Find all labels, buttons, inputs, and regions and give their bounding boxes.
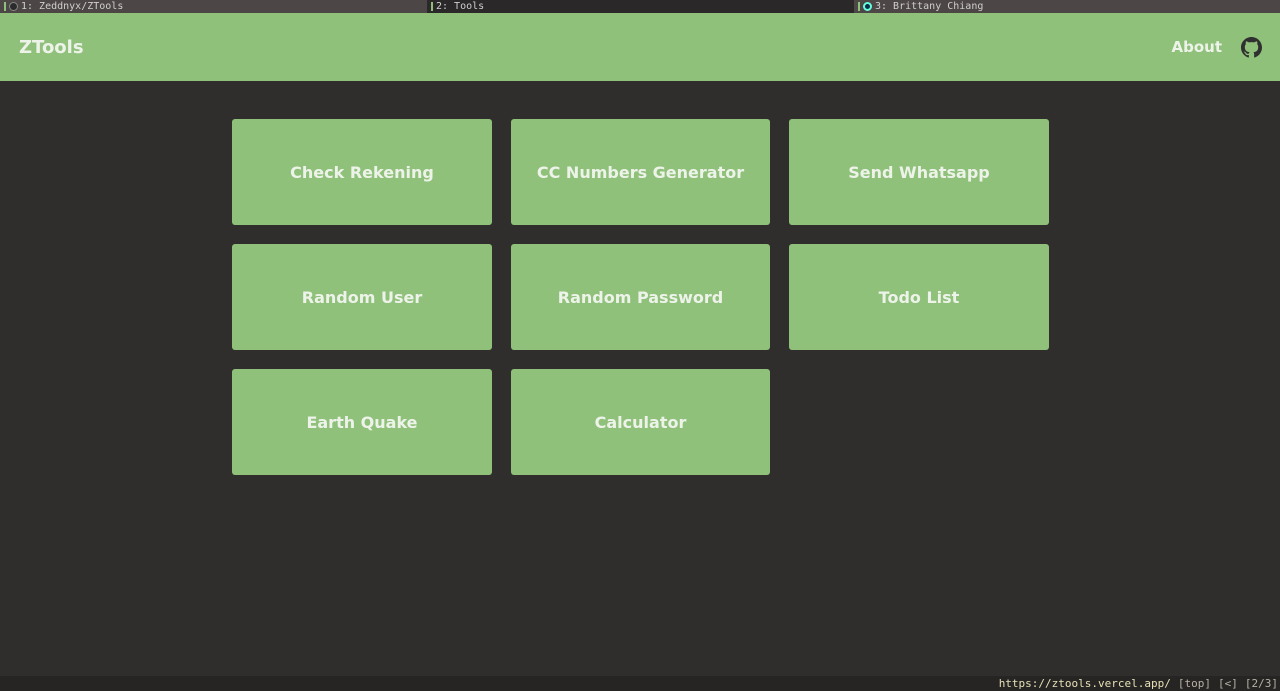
browser-tab-2[interactable]: 2: Tools <box>427 0 854 13</box>
site-favicon-icon <box>863 2 872 11</box>
browser-tab-1[interactable]: 1: Zeddnyx/ZTools <box>0 0 427 13</box>
tool-card-cc-numbers-generator[interactable]: CC Numbers Generator <box>511 119 770 225</box>
tool-card-send-whatsapp[interactable]: Send Whatsapp <box>789 119 1049 225</box>
tool-card-calculator[interactable]: Calculator <box>511 369 770 475</box>
brand-logo[interactable]: ZTools <box>19 37 84 58</box>
browser-tab-bar: 1: Zeddnyx/ZTools 2: Tools 3: Brittany C… <box>0 0 1280 13</box>
tool-card-earth-quake[interactable]: Earth Quake <box>232 369 492 475</box>
tab-indicator <box>431 2 433 11</box>
tab-label: 1: Zeddnyx/ZTools <box>21 1 124 12</box>
status-tab-index: [2/3] <box>1244 677 1278 690</box>
tab-indicator <box>858 2 860 11</box>
tab-label: 2: Tools <box>436 1 485 12</box>
about-link[interactable]: About <box>1171 38 1222 56</box>
github-favicon-icon <box>9 2 18 11</box>
github-icon[interactable] <box>1241 36 1262 58</box>
tool-card-random-password[interactable]: Random Password <box>511 244 770 350</box>
status-scroll: [top] <box>1177 677 1211 690</box>
tool-card-check-rekening[interactable]: Check Rekening <box>232 119 492 225</box>
tool-card-random-user[interactable]: Random User <box>232 244 492 350</box>
browser-status-bar: https://ztools.vercel.app/ [top] [<] [2/… <box>0 676 1280 691</box>
tab-indicator <box>4 2 6 11</box>
header-nav: About <box>1171 36 1262 58</box>
status-url: https://ztools.vercel.app/ <box>998 677 1171 690</box>
app-header: ZTools About <box>0 13 1280 81</box>
tool-card-todo-list[interactable]: Todo List <box>789 244 1049 350</box>
browser-tab-3[interactable]: 3: Brittany Chiang <box>854 0 1280 13</box>
tab-label: 3: Brittany Chiang <box>875 1 984 12</box>
status-history: [<] <box>1218 677 1238 690</box>
tools-grid: Check Rekening CC Numbers Generator Send… <box>232 119 1049 475</box>
